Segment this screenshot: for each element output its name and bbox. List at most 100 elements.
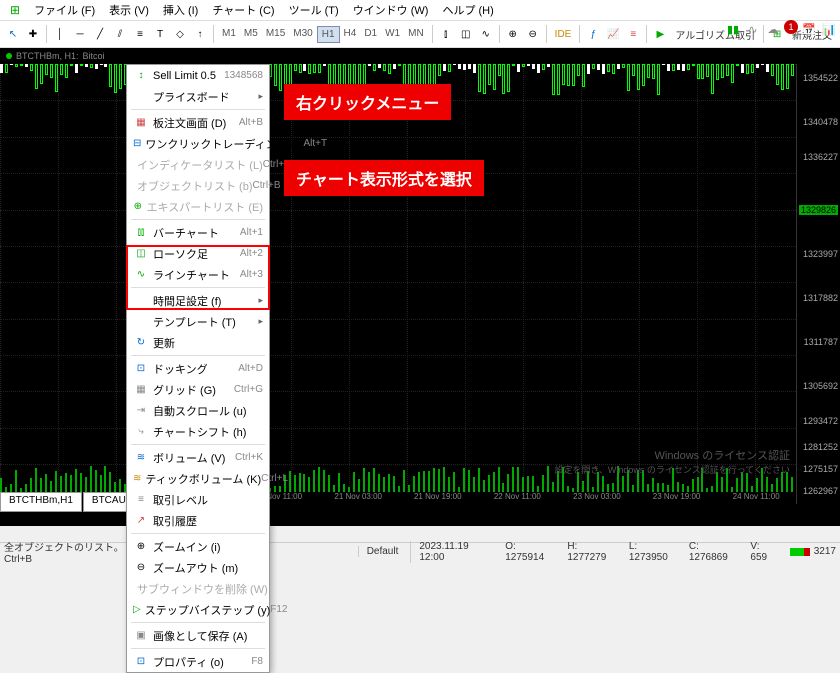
ctx-item-label: ローソク足 — [153, 246, 240, 262]
ctx-g[interactable]: ▦グリッド (G)Ctrl+G — [127, 379, 269, 400]
ctx-selllimit[interactable]: ↕Sell Limit 0.51348568 — [127, 65, 269, 86]
menu-item[interactable]: ウインドウ (W) — [347, 0, 435, 20]
ctx-o[interactable]: ⊡プロパティ (o)F8 — [127, 651, 269, 672]
ctx-k[interactable]: ≋ティックボリューム (K)Ctrl+L — [127, 468, 269, 489]
windows-activation-watermark: Windows のライセンス認証 設定を開き、Windows のライセンス認証を… — [555, 447, 790, 476]
ctx-[interactable]: ↻更新 — [127, 332, 269, 353]
y-tick: 1323997 — [803, 249, 838, 259]
ctx-item-icon: ⤷ — [133, 424, 149, 440]
menu-item[interactable]: ツール (T) — [283, 0, 345, 20]
arrow-icon[interactable]: ↑ — [191, 25, 209, 43]
channel-icon[interactable]: ⫽ — [111, 25, 129, 43]
calendar-icon[interactable]: 📅 — [800, 20, 818, 38]
menu-item[interactable]: チャート (C) — [206, 0, 280, 20]
ctx-item-label: バーチャート — [153, 225, 240, 241]
ctx-[interactable]: ∿ラインチャートAlt+3 — [127, 264, 269, 285]
ctx-item-icon — [133, 314, 149, 330]
signal-icon[interactable]: ∿ — [744, 20, 762, 38]
ctx-v[interactable]: ≋ボリューム (V)Ctrl+K — [127, 447, 269, 468]
autotrade-icon[interactable]: ▮▮ — [724, 20, 742, 38]
vps-icon[interactable]: ☁ — [764, 20, 782, 38]
ctx-item-icon: ▣ — [133, 628, 149, 644]
annotation-callout-1: 右クリックメニュー — [284, 84, 451, 120]
cursor-icon[interactable]: ↖ — [4, 25, 22, 43]
ctx-item-label: サブウィンドウを削除 (W) — [137, 581, 268, 597]
ctx-m[interactable]: ⊖ズームアウト (m) — [127, 557, 269, 578]
timeframe-M1[interactable]: M1 — [218, 26, 240, 43]
x-tick: 23 Nov 19:00 — [637, 492, 717, 504]
ctx-h[interactable]: ⤷チャートシフト (h) — [127, 421, 269, 442]
ctx-[interactable]: ⫾⫾バーチャートAlt+1 — [127, 222, 269, 243]
alert-icon[interactable]: 1 — [784, 20, 798, 34]
shapes-icon[interactable]: ◇ — [171, 25, 189, 43]
status-open: O: 1275914 — [505, 541, 555, 563]
ctx-[interactable]: ⊡ドッキングAlt+D — [127, 358, 269, 379]
chart-tab-0[interactable]: BTCTHBm,H1 — [0, 492, 82, 512]
submenu-arrow-icon: ▸ — [258, 295, 263, 306]
chart-line-icon[interactable]: ∿ — [477, 25, 495, 43]
y-tick: 1354522 — [803, 73, 838, 83]
ctx-item-icon: ≡ — [133, 492, 149, 508]
market-icon[interactable]: 📊 — [820, 20, 838, 38]
app-icon: ⊞ — [4, 1, 26, 19]
ctx-item-label: ワンクリックトレーディング (k) — [145, 136, 303, 152]
ctx-f[interactable]: 時間足設定 (f)▸ — [127, 290, 269, 311]
ctx-i[interactable]: ⊕ズームイン (i) — [127, 536, 269, 557]
menu-item[interactable]: 表示 (V) — [103, 0, 155, 20]
timeframe-M15[interactable]: M15 — [262, 26, 289, 43]
ctx-item-label: ラインチャート — [153, 267, 240, 283]
text-icon[interactable]: T — [151, 25, 169, 43]
fib-icon[interactable]: ≡ — [131, 25, 149, 43]
y-tick: 1311787 — [804, 337, 838, 347]
connection-icon — [790, 548, 810, 556]
ctx-[interactable]: ≡取引レベル — [127, 489, 269, 510]
menu-item[interactable]: ファイル (F) — [28, 0, 101, 20]
menu-item[interactable]: ヘルプ (H) — [436, 0, 499, 20]
ctx-y[interactable]: ▷ステップバイステップ (y)F12 — [127, 599, 269, 620]
ctx-a[interactable]: ▣画像として保存 (A) — [127, 625, 269, 646]
func-icon[interactable]: ƒ — [584, 25, 602, 43]
zoom-in-icon[interactable]: ⊕ — [504, 25, 522, 43]
ctx-u[interactable]: ⇥自動スクロール (u) — [127, 400, 269, 421]
ctx-[interactable]: ↗取引履歴 — [127, 510, 269, 531]
status-close: C: 1276869 — [689, 541, 739, 563]
hline-icon[interactable]: ─ — [71, 25, 89, 43]
timeframe-H4[interactable]: H4 — [340, 26, 361, 43]
chart-candle-icon[interactable]: ◫ — [457, 25, 475, 43]
timeframe-M5[interactable]: M5 — [240, 26, 262, 43]
timeframe-H1[interactable]: H1 — [317, 26, 340, 43]
ctx-[interactable]: プライスボード▸ — [127, 86, 269, 107]
ctx-item-icon: ≋ — [133, 450, 149, 466]
chart-icon[interactable]: 📈 — [604, 25, 622, 43]
ctx-t[interactable]: テンプレート (T)▸ — [127, 311, 269, 332]
crosshair-icon[interactable]: ✚ — [24, 25, 42, 43]
trendline-icon[interactable]: ╱ — [91, 25, 109, 43]
timeframe-W1[interactable]: W1 — [381, 26, 404, 43]
ctx-item-label: ズームアウト (m) — [153, 560, 263, 576]
x-tick: 21 Nov 03:00 — [318, 492, 398, 504]
ctx-item-icon: ⫾⫾ — [133, 225, 149, 241]
timeframe-M30[interactable]: M30 — [289, 26, 316, 43]
ctx-w: サブウィンドウを削除 (W) — [127, 578, 269, 599]
ctx-item-label: インディケータリスト (L) — [137, 157, 263, 173]
zoom-out-icon[interactable]: ⊖ — [524, 25, 542, 43]
algo-icon[interactable]: ▶ — [651, 25, 669, 43]
vline-icon[interactable]: │ — [51, 25, 69, 43]
connection-status: 3217 — [790, 546, 836, 557]
ctx-d[interactable]: ▦板注文画面 (D)Alt+B — [127, 112, 269, 133]
ctx-item-label: 取引履歴 — [153, 513, 263, 529]
timeframe-MN[interactable]: MN — [404, 26, 428, 43]
ctx-item-icon: ⊕ — [133, 199, 143, 215]
ctx-item-label: ドッキング — [153, 361, 238, 377]
timeframe-D1[interactable]: D1 — [360, 26, 381, 43]
submenu-arrow-icon: ▸ — [258, 91, 263, 102]
ide-button[interactable]: IDE — [551, 27, 576, 42]
ctx-k[interactable]: ⊟ワンクリックトレーディング (k)Alt+T — [127, 133, 269, 154]
chart-bar-icon[interactable]: ⫾ — [437, 25, 455, 43]
ctx-item-label: 更新 — [153, 335, 263, 351]
y-tick: 1317882 — [803, 293, 838, 303]
list-icon[interactable]: ≡ — [624, 25, 642, 43]
ctx-[interactable]: ◫ローソク足Alt+2 — [127, 243, 269, 264]
y-tick: 1340478 — [803, 117, 838, 127]
menu-item[interactable]: 挿入 (I) — [157, 0, 204, 20]
